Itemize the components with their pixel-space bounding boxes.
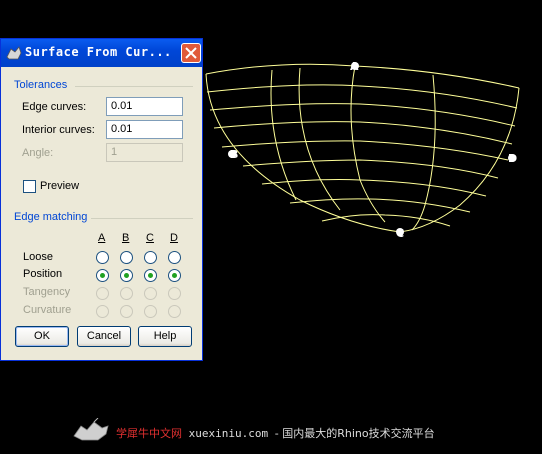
isocurve-v3 bbox=[411, 74, 436, 231]
curvature-radio-a bbox=[96, 305, 109, 318]
rhino-app-icon bbox=[6, 45, 22, 61]
angle-label: Angle: bbox=[22, 147, 54, 159]
preview-checkbox[interactable] bbox=[23, 180, 36, 193]
loose-radio-b[interactable] bbox=[120, 251, 133, 264]
loose-label: Loose bbox=[23, 251, 53, 263]
tolerances-group-label: Tolerances bbox=[14, 79, 68, 91]
close-icon bbox=[185, 47, 197, 59]
point-label-d: D bbox=[508, 152, 517, 165]
interior-curves-input[interactable]: 0.01 bbox=[106, 120, 183, 139]
tangency-label: Tangency bbox=[23, 286, 71, 298]
cancel-button[interactable]: Cancel bbox=[77, 326, 131, 347]
loose-radio-c[interactable] bbox=[144, 251, 157, 264]
isocurve-u8 bbox=[321, 214, 451, 227]
rhino-logo-icon bbox=[73, 418, 109, 441]
isocurve-v1 bbox=[270, 69, 297, 201]
edge-matching-group-label: Edge matching bbox=[14, 211, 88, 223]
isocurve-u2 bbox=[209, 103, 516, 127]
watermark-site-name: 学犀牛中文网 bbox=[116, 427, 182, 440]
edge-curves-label: Edge curves: bbox=[22, 101, 87, 113]
watermark-tagline: - 国内最大的Rhino技术交流平台 bbox=[274, 427, 435, 440]
ok-button[interactable]: OK bbox=[15, 326, 69, 347]
surface-from-curves-dialog: Surface From Cur... Tolerances Edge curv… bbox=[0, 38, 203, 361]
edge-curves-input[interactable]: 0.01 bbox=[106, 97, 183, 116]
loose-radio-a[interactable] bbox=[96, 251, 109, 264]
curvature-radio-d bbox=[168, 305, 181, 318]
isocurve-u3 bbox=[213, 121, 513, 145]
isocurve-v4 bbox=[298, 67, 341, 211]
edge-curve-a bbox=[205, 63, 520, 89]
column-header-c: C bbox=[146, 232, 154, 244]
tangency-radio-b bbox=[120, 287, 133, 300]
point-label-c: C bbox=[396, 227, 404, 240]
tangency-radio-c bbox=[144, 287, 157, 300]
column-header-a: A bbox=[98, 232, 106, 244]
tolerances-divider bbox=[75, 86, 193, 87]
position-radio-b[interactable] bbox=[120, 269, 133, 282]
dialog-title: Surface From Cur... bbox=[25, 45, 172, 59]
column-header-b: B bbox=[122, 232, 130, 244]
isocurve-u4 bbox=[221, 140, 509, 161]
dialog-title-bar[interactable]: Surface From Cur... bbox=[1, 39, 202, 67]
curvature-label: Curvature bbox=[23, 304, 72, 316]
isocurve-u6 bbox=[261, 179, 487, 197]
position-label: Position bbox=[23, 268, 63, 280]
edge-curve-d bbox=[399, 87, 520, 233]
column-header-d: D bbox=[170, 232, 178, 244]
curvature-radio-b bbox=[120, 305, 133, 318]
position-radio-a[interactable] bbox=[96, 269, 109, 282]
watermark-url: xuexiniu.com bbox=[188, 427, 269, 440]
position-radio-d[interactable] bbox=[168, 269, 181, 282]
point-label-b: B bbox=[230, 148, 238, 161]
interior-curves-label: Interior curves: bbox=[22, 124, 95, 136]
close-button[interactable] bbox=[181, 43, 201, 63]
curvature-radio-c bbox=[144, 305, 157, 318]
loose-radio-d[interactable] bbox=[168, 251, 181, 264]
angle-input: 1 bbox=[106, 143, 183, 162]
preview-label[interactable]: Preview bbox=[40, 180, 79, 192]
position-radio-c[interactable] bbox=[144, 269, 157, 282]
tangency-radio-a bbox=[96, 287, 109, 300]
isocurve-u7 bbox=[289, 198, 471, 213]
edge-matching-divider bbox=[91, 218, 193, 219]
tangency-radio-d bbox=[168, 287, 181, 300]
help-button[interactable]: Help bbox=[138, 326, 192, 347]
point-label-a: A bbox=[350, 60, 359, 73]
